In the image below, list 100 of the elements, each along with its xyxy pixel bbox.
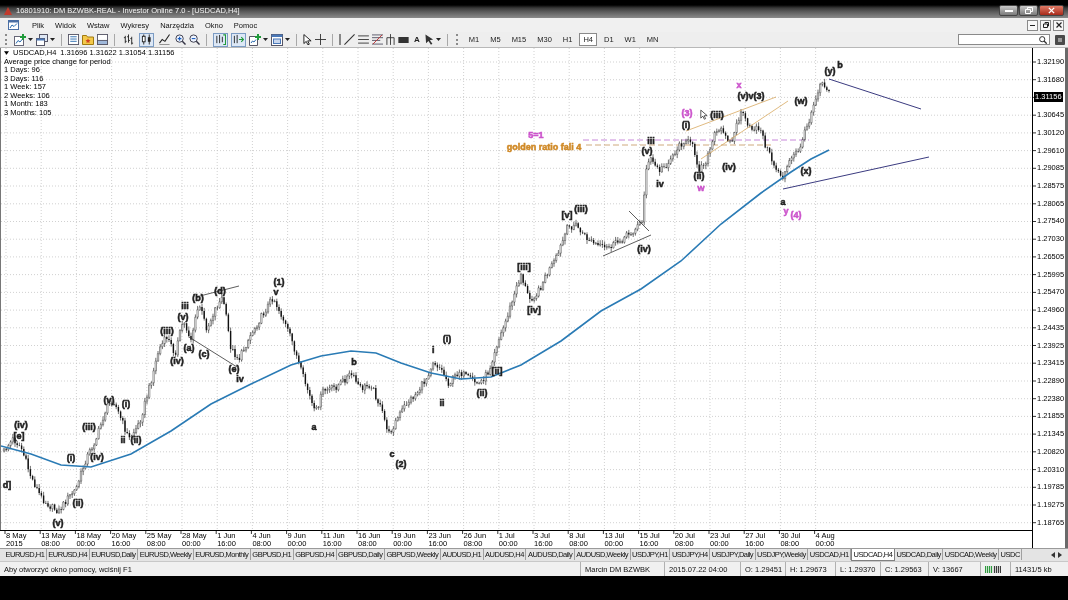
caret-icon[interactable] — [263, 38, 268, 41]
chart-type-button[interactable] — [139, 32, 154, 47]
wave-label: b — [351, 357, 357, 367]
wave-label: (i) — [681, 120, 691, 130]
candlestick-icon — [141, 34, 152, 45]
trend-line — [602, 234, 652, 257]
scroll-left-icon[interactable] — [1051, 552, 1055, 558]
search-icon[interactable] — [1039, 35, 1047, 44]
fibonacci-levels-icon[interactable] — [372, 34, 383, 45]
wave-label: golden ratio fali 4 — [506, 142, 582, 152]
minimize-button[interactable] — [1027, 19, 1038, 31]
trend-line — [628, 210, 650, 232]
wave-label: (iv) — [722, 162, 736, 172]
app-icon — [4, 7, 12, 15]
arrow-marker-icon[interactable] — [424, 34, 434, 45]
tile-icon[interactable] — [1055, 34, 1065, 45]
search-field[interactable] — [958, 34, 1050, 45]
wave-label: (iii) — [574, 204, 588, 214]
wave-label: a — [780, 197, 786, 207]
parallel-lines-icon[interactable] — [358, 35, 369, 44]
wave-label: (1) — [273, 277, 285, 287]
wave-label: a — [311, 422, 317, 432]
wave-label: (ii) — [476, 388, 488, 398]
wave-label: (x) — [800, 166, 812, 176]
chart-type-button[interactable] — [121, 32, 136, 47]
panel-window-icon[interactable] — [97, 34, 108, 45]
cursor-icon[interactable] — [303, 34, 312, 45]
minimize-icon — [1030, 24, 1035, 26]
wave-label: (e) — [228, 364, 240, 374]
folder-star-icon[interactable] — [82, 34, 94, 45]
wave-label: (iv) — [637, 244, 651, 254]
wave-label: (2) — [395, 459, 407, 469]
wave-label: (y) — [824, 66, 836, 76]
wave-label: 5=1 — [528, 130, 544, 140]
caret-icon[interactable] — [285, 38, 290, 41]
document-plus-icon[interactable] — [249, 33, 261, 46]
wave-label: [iii] — [517, 262, 531, 272]
scroll-right-icon[interactable] — [1058, 552, 1062, 558]
list-window-icon[interactable] — [68, 34, 79, 45]
restore-button[interactable] — [1040, 19, 1051, 31]
wave-label: (iv) — [170, 356, 184, 366]
restore-button[interactable] — [1019, 5, 1038, 16]
wave-label: (w) — [794, 96, 808, 106]
connection-bars-icon — [985, 565, 1001, 573]
wave-label: d] — [2, 480, 12, 490]
filled-rectangle-icon[interactable] — [398, 36, 409, 43]
caret-icon[interactable] — [28, 38, 33, 41]
close-icon — [1055, 22, 1062, 28]
new-chart-icon[interactable] — [14, 33, 26, 46]
toggle-button[interactable] — [231, 32, 246, 47]
zoom-in-icon[interactable] — [175, 34, 186, 45]
bar-chart-icon — [123, 34, 134, 45]
wave-label: (ii) — [72, 498, 84, 508]
wave-label: i — [432, 345, 435, 355]
wave-label: (v)v(3) — [737, 91, 765, 101]
wave-label: (d) — [214, 286, 226, 296]
caret-icon[interactable] — [435, 38, 441, 41]
wave-label: y — [783, 206, 789, 216]
wave-label: ii — [439, 398, 445, 408]
bars-arrow-icon — [233, 34, 244, 45]
chart-type-button[interactable] — [157, 32, 172, 47]
wave-label: ii — [120, 435, 126, 445]
bars-bracket-icon — [215, 34, 226, 45]
restore-icon — [1024, 7, 1033, 14]
wave-label: [v] — [561, 210, 573, 220]
wave-label: (c) — [198, 349, 210, 359]
trend-line-icon[interactable] — [344, 34, 355, 45]
fork-lines-icon[interactable] — [386, 34, 395, 45]
chart-window-icon[interactable] — [8, 20, 19, 30]
zoom-out-icon[interactable] — [189, 34, 200, 45]
wave-label: (iii) — [160, 326, 174, 336]
line-chart-icon — [159, 34, 170, 45]
wave-label: (i) — [121, 399, 131, 409]
wave-label: (v) — [641, 146, 653, 156]
wave-label: w — [697, 183, 705, 193]
wave-label: (ii) — [130, 435, 142, 445]
crosshair-icon[interactable] — [315, 34, 326, 45]
close-button[interactable] — [1039, 5, 1064, 16]
wave-label: (a) — [183, 343, 195, 353]
wave-label: iii — [181, 301, 189, 311]
wave-label: (iv) — [14, 420, 28, 430]
caret-icon[interactable] — [50, 38, 55, 41]
wave-label: [iv] — [527, 305, 541, 315]
text-tool-button[interactable]: A — [412, 33, 422, 46]
minimize-button[interactable] — [999, 5, 1018, 16]
close-button[interactable] — [1053, 19, 1064, 31]
window-layout-icon[interactable] — [271, 33, 283, 46]
wave-label: (iv) — [90, 452, 104, 462]
wave-label: iii — [647, 136, 655, 146]
wave-label: (v) — [103, 395, 115, 405]
wave-label: (3) — [681, 108, 693, 118]
wave-label: (v) — [52, 518, 64, 528]
stacked-windows-icon[interactable] — [36, 33, 48, 46]
wave-label: (4) — [790, 210, 802, 220]
wave-label: (i) — [66, 453, 76, 463]
wave-label: iv — [236, 374, 244, 384]
mouse-pointer-icon — [700, 109, 708, 120]
triangle-icon[interactable] — [4, 51, 9, 56]
wave-label: c — [389, 449, 395, 459]
toggle-button[interactable] — [213, 32, 228, 47]
